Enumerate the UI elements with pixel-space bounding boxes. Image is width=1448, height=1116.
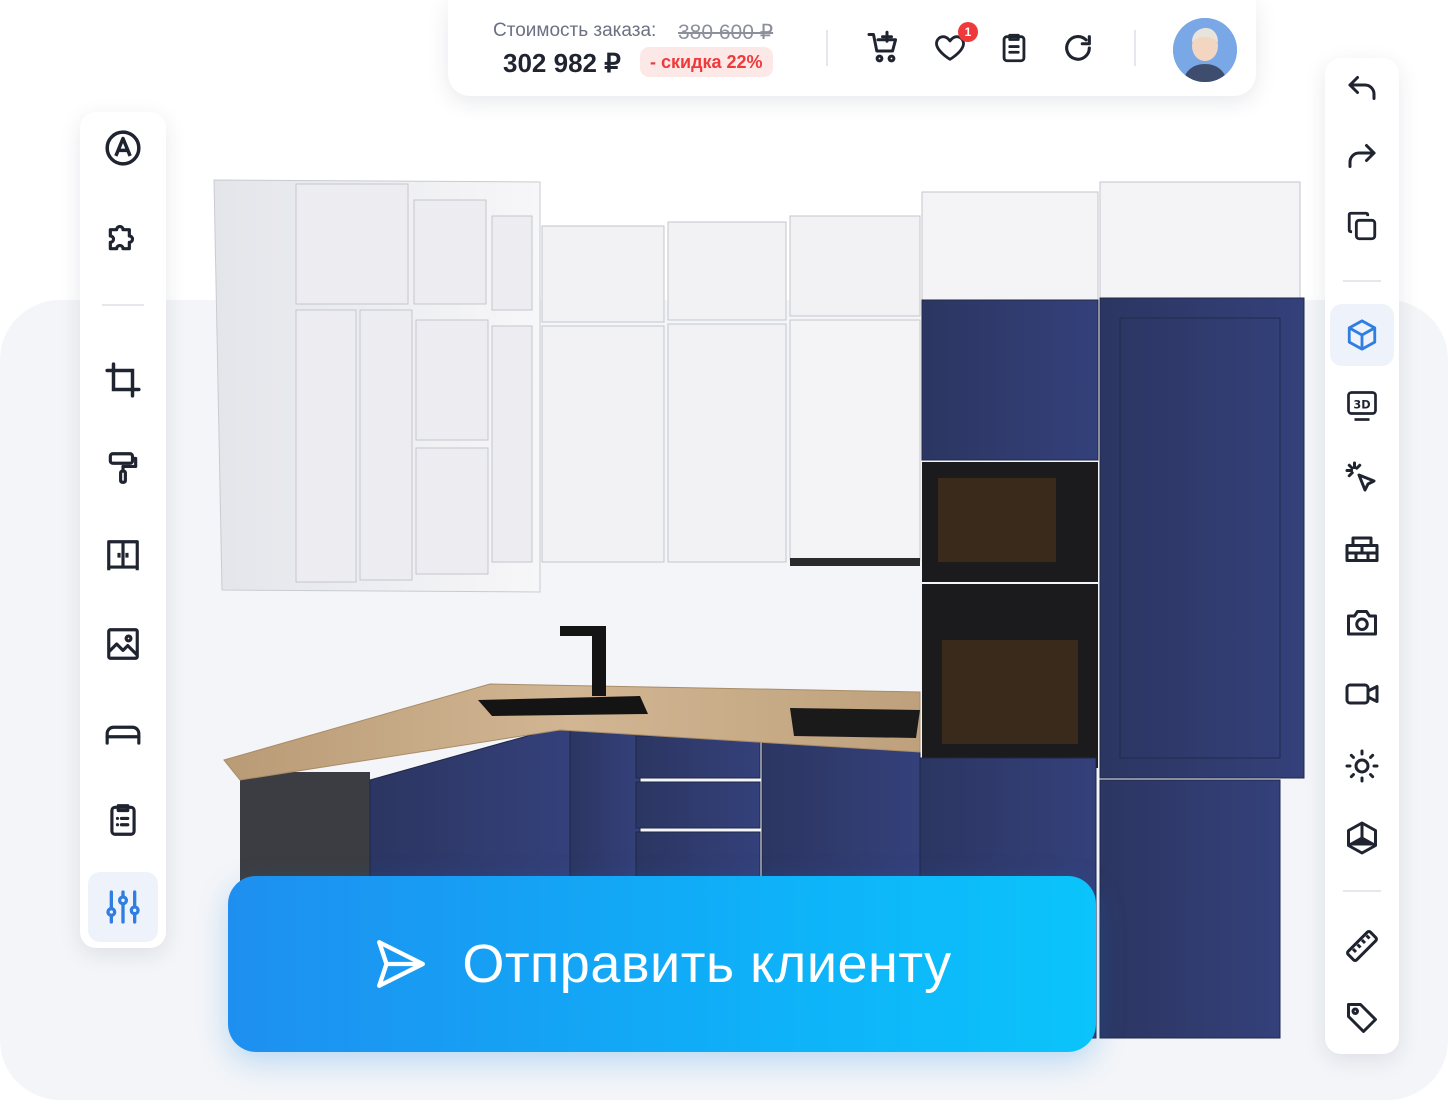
svg-text:3D: 3D [1353,398,1370,411]
new-price: 302 982 ₽ [503,48,621,78]
send-to-client-button[interactable]: Отправить клиенту [228,876,1096,1052]
right-toolbar: 3D [1325,58,1399,1054]
image-icon[interactable] [93,614,153,674]
divider [1343,890,1381,892]
discount-badge: - скидка 22% [640,47,773,77]
paint-roller-icon[interactable] [93,438,153,498]
add-to-cart-icon[interactable] [864,28,904,68]
divider [1134,30,1136,66]
ruler-icon[interactable] [1332,916,1392,976]
countertop-icon[interactable] [93,702,153,762]
send-to-client-label: Отправить клиенту [462,934,952,994]
box-corner-icon[interactable] [1332,808,1392,868]
left-toolbar [80,112,166,948]
undo-icon[interactable] [1332,58,1392,118]
3d-view-icon[interactable]: 3D [1332,376,1392,436]
sliders-icon[interactable] [88,872,158,942]
brand-logo-icon[interactable] [93,118,153,178]
puzzle-icon[interactable] [93,206,153,266]
copy-icon[interactable] [1332,196,1392,256]
clipboard-list-icon[interactable] [93,790,153,850]
favorites-count-badge: 1 [958,22,978,42]
divider [1343,280,1381,282]
select-pointer-icon[interactable] [1332,448,1392,508]
sun-icon[interactable] [1332,736,1392,796]
redo-icon[interactable] [1332,126,1392,186]
order-cost-label: Стоимость заказа: [493,20,657,41]
clipboard-list-icon[interactable] [994,28,1034,68]
top-bar: Стоимость заказа: 380 600 ₽ 302 982 ₽ - … [448,0,1256,96]
divider [826,30,828,66]
send-icon [372,935,430,993]
cube-icon[interactable] [1330,304,1394,366]
old-price: 380 600 ₽ [678,21,774,44]
crop-icon[interactable] [93,350,153,410]
wardrobe-icon[interactable] [93,526,153,586]
refresh-icon[interactable] [1058,28,1098,68]
tag-icon[interactable] [1332,988,1392,1048]
video-icon[interactable] [1332,664,1392,724]
camera-icon[interactable] [1332,592,1392,652]
user-avatar[interactable] [1173,18,1237,82]
brick-wall-icon[interactable] [1332,520,1392,580]
divider [102,304,144,306]
